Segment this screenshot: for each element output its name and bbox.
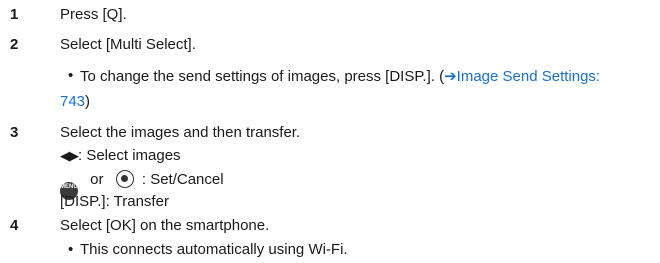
step-4-note: This connects automatically using Wi-Fi. [80,241,348,258]
control-dial-press-icon [115,170,134,188]
step-3-text: Select the images and then transfer. [60,124,301,141]
step-4-bullet: • [68,241,74,258]
reference-arrow-icon: ➔ [444,68,457,85]
step-2-text: Select [Multi Select]. [60,36,196,53]
step-number-4: 4 [10,217,19,234]
step-2-note: To change the send settings of images, p… [80,67,600,85]
step-2-note-cont: 743) [60,93,90,110]
select-images-text: : Select images [78,147,181,164]
image-send-settings-page-link[interactable]: 743 [60,93,85,110]
step-2-note-prefix: To change the send settings of images, p… [80,68,445,85]
step-3-select-images-row: ◀▶: Select images [60,147,181,164]
disp-transfer-text: [DISP.]: Transfer [60,193,169,210]
step-1-text: Press [Q]. [60,6,127,23]
or-text: or [90,171,104,188]
left-right-arrows-icon: ◀▶ [60,148,79,163]
step-number-2: 2 [10,36,19,53]
step-2-bullet: • [68,67,74,84]
step-number-3: 3 [10,124,19,141]
set-cancel-text: : Set/Cancel [141,171,224,188]
step-4-text: Select [OK] on the smartphone. [60,217,270,234]
step-2-note-suffix: ) [85,93,91,110]
step-number-1: 1 [10,6,19,23]
image-send-settings-link[interactable]: Image Send Settings: [457,68,600,85]
